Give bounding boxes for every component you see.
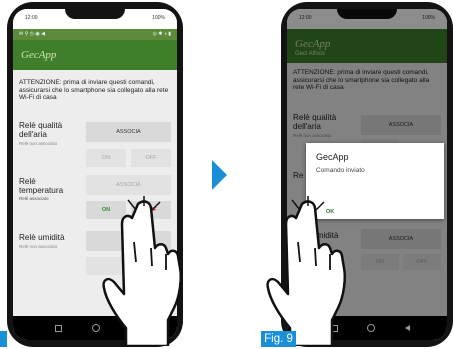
right-arrow-icon	[212, 160, 227, 190]
app-bar: GecApp	[13, 40, 177, 70]
figure-label-edge	[0, 331, 7, 347]
back-icon[interactable]	[405, 325, 410, 331]
system-notification-bar: ✉ ⚲ ◷ ◉ ◀ ◎ ✱ ◑ ▮	[13, 29, 177, 40]
recents-icon[interactable]	[55, 325, 62, 332]
warning-text: ATTENZIONE: prima di inviare questi coma…	[19, 79, 169, 102]
relay-humidity-label: Relè umidità	[19, 233, 65, 242]
dialog-title: GecApp	[316, 152, 349, 162]
relay-temperature-status: Relè associato	[19, 196, 49, 201]
notch	[65, 9, 125, 19]
status-bar: 12:00 100%	[13, 9, 177, 29]
air-quality-off-button[interactable]: OFF	[131, 149, 171, 167]
temperature-associa-button[interactable]: ASSOCIA	[86, 175, 171, 195]
dialog-message: Comando inviato	[316, 167, 365, 174]
relay-air-quality-label: Relè qualità dell'aria	[19, 121, 63, 139]
figure-label: Fig. 9	[261, 331, 296, 347]
relay-temperature-label: Relè temperatura	[19, 177, 64, 195]
home-icon[interactable]	[367, 324, 375, 332]
status-battery: 100%	[152, 15, 165, 21]
pointing-hand-right-icon	[266, 196, 346, 346]
pointing-hand-left-icon	[102, 196, 182, 346]
relay-humidity-status: Relè non associato	[19, 244, 58, 249]
status-time: 12:00	[25, 15, 38, 21]
relay-air-quality-status: Relè non associato	[19, 141, 58, 146]
air-quality-on-button[interactable]: ON	[86, 149, 126, 167]
air-quality-associa-button[interactable]: ASSOCIA	[86, 122, 171, 142]
app-title: GecApp	[21, 49, 57, 61]
